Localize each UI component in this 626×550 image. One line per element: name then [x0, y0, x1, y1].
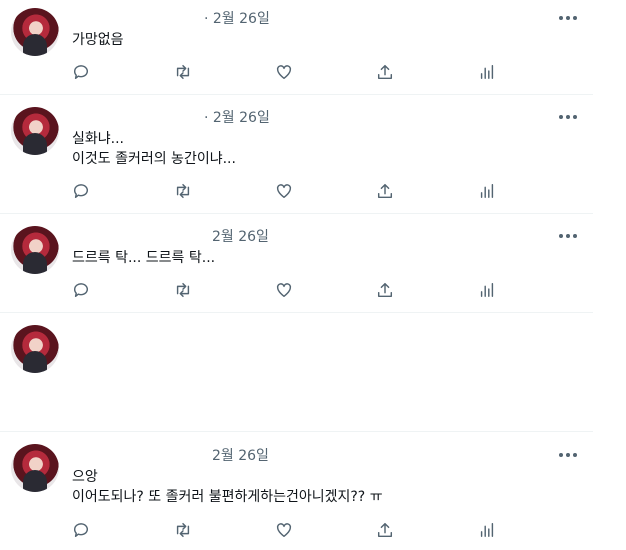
tweet-date[interactable]: 2월 26일: [212, 445, 269, 465]
tweet-text-line: 실화냐...: [72, 131, 124, 147]
tweet-text-line: 가망없음: [72, 32, 124, 48]
avatar[interactable]: [11, 107, 59, 155]
more-icon[interactable]: [559, 447, 577, 463]
heart-icon[interactable]: [275, 281, 295, 301]
retweet-icon[interactable]: [174, 182, 194, 202]
reply-icon[interactable]: [72, 521, 92, 541]
heart-icon[interactable]: [275, 182, 295, 202]
tweet-actions: [72, 281, 512, 301]
tweet-date[interactable]: 2월 26일: [212, 226, 269, 246]
reply-icon[interactable]: [72, 281, 92, 301]
more-icon[interactable]: [559, 10, 577, 26]
tweet-actions: [72, 182, 512, 202]
avatar[interactable]: [11, 444, 59, 492]
more-icon[interactable]: [559, 228, 577, 244]
share-icon[interactable]: [376, 63, 396, 83]
tweet[interactable]: 2월 26일 으앙 이어도되나? 또 졸커러 불편하게하는건아니겠지?? ㅠ: [0, 432, 593, 550]
retweet-icon[interactable]: [174, 63, 194, 83]
analytics-icon[interactable]: [478, 521, 498, 541]
more-icon[interactable]: [559, 109, 577, 125]
heart-icon[interactable]: [275, 521, 295, 541]
tweet[interactable]: 2월 26일 드르륵 탁... 드르륵 탁...: [0, 214, 593, 313]
tweet-actions: [72, 521, 512, 541]
tweet[interactable]: · 2월 26일 실화냐... 이것도 졸커러의 농간이냐...: [0, 95, 593, 214]
tweet-text-line: 이것도 졸커러의 농간이냐...: [72, 151, 236, 167]
tweet-text-line: 이어도되나? 또 졸커러 불편하게하는건아니겠지?? ㅠ: [72, 489, 383, 505]
tweet-text-line: 으앙: [72, 469, 98, 485]
tweet-text-line: 드르륵 탁... 드르륵 탁...: [72, 250, 216, 266]
avatar[interactable]: [11, 325, 59, 373]
share-icon[interactable]: [376, 182, 396, 202]
analytics-icon[interactable]: [478, 182, 498, 202]
tweet[interactable]: [0, 313, 593, 432]
analytics-icon[interactable]: [478, 281, 498, 301]
tweet-date[interactable]: · 2월 26일: [204, 8, 270, 28]
analytics-icon[interactable]: [478, 63, 498, 83]
reply-icon[interactable]: [72, 63, 92, 83]
tweet[interactable]: · 2월 26일 가망없음: [0, 0, 593, 95]
share-icon[interactable]: [376, 281, 396, 301]
tweet-actions: [72, 63, 512, 83]
avatar[interactable]: [11, 8, 59, 56]
tweet-date[interactable]: · 2월 26일: [204, 107, 270, 127]
retweet-icon[interactable]: [174, 281, 194, 301]
reply-icon[interactable]: [72, 182, 92, 202]
share-icon[interactable]: [376, 521, 396, 541]
avatar[interactable]: [11, 226, 59, 274]
retweet-icon[interactable]: [174, 521, 194, 541]
heart-icon[interactable]: [275, 63, 295, 83]
